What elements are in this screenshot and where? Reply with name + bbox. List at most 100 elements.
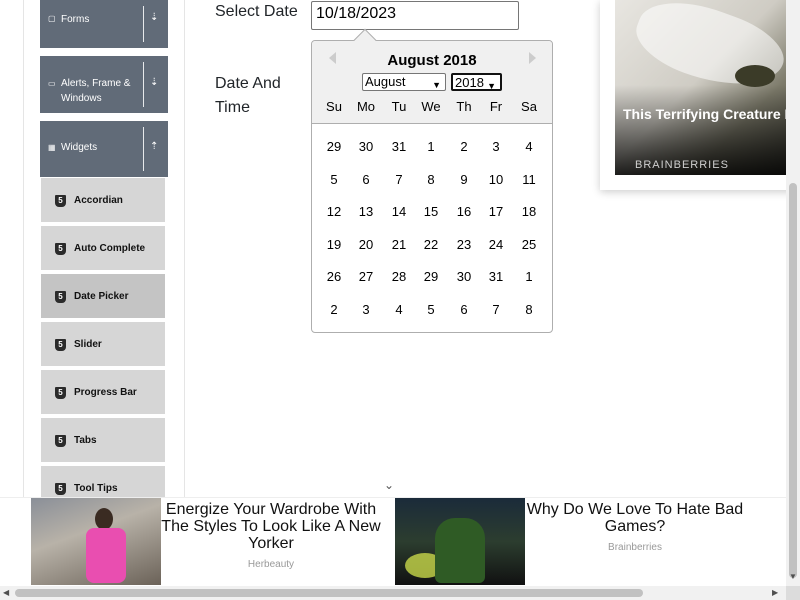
scroll-down-icon[interactable]: ▼ (789, 572, 797, 581)
ad-headline[interactable]: Why Do We Love To Hate Bad Games? (525, 501, 745, 535)
calendar-day[interactable]: 29 (415, 267, 447, 287)
calendar-day[interactable]: 2 (318, 300, 350, 320)
calendar-day[interactable]: 31 (480, 267, 512, 287)
sidebar-item-label: Date Picker (74, 291, 129, 302)
calendar-day[interactable]: 26 (318, 267, 350, 287)
chevron-down-icon[interactable]: ⇣ (150, 77, 158, 88)
ad-headline[interactable]: Energize Your Wardrobe With The Styles T… (161, 501, 381, 552)
sidebar-item-label: Progress Bar (74, 387, 137, 398)
month-select-value: August (365, 74, 406, 89)
calendar-day[interactable]: 29 (318, 137, 350, 157)
sidebar-item-date-picker[interactable]: 5 Date Picker (41, 274, 165, 320)
html5-icon: 5 (55, 339, 66, 351)
calendar-day[interactable]: 1 (415, 137, 447, 157)
calendar-day[interactable]: 28 (383, 267, 415, 287)
sidebar-group-alerts[interactable]: ▭ Alerts, Frame & Windows ⇣ (40, 56, 168, 113)
divider (143, 127, 144, 171)
calendar-day[interactable]: 17 (480, 202, 512, 222)
calendar-day[interactable]: 8 (415, 170, 447, 190)
sidebar-group-label: Forms (61, 14, 90, 25)
scrollbar-corner (786, 586, 800, 600)
scroll-right-icon[interactable]: ▶ (772, 588, 778, 597)
calendar-day[interactable]: 8 (513, 300, 545, 320)
ad-bottom-banner: Energize Your Wardrobe With The Styles T… (0, 497, 786, 586)
calendar-day[interactable]: 1 (513, 267, 545, 287)
scrollbar-thumb[interactable] (789, 183, 797, 578)
calendar-day[interactable]: 9 (448, 170, 480, 190)
sidebar-item-label: Tabs (74, 435, 97, 446)
calendar-day[interactable]: 2 (448, 137, 480, 157)
html5-icon: 5 (55, 195, 66, 207)
calendar-day[interactable]: 23 (448, 235, 480, 255)
ad-source: Herbeauty (247, 559, 295, 570)
sidebar-item-accordian[interactable]: 5 Accordian (41, 178, 165, 224)
year-select[interactable]: 2018 ▼ (451, 73, 502, 91)
scroll-left-icon[interactable]: ◀ (3, 588, 9, 597)
calendar-day[interactable]: 27 (350, 267, 382, 287)
calendar-day[interactable]: 19 (318, 235, 350, 255)
calendar-day[interactable]: 16 (448, 202, 480, 222)
calendar-day[interactable]: 12 (318, 202, 350, 222)
page: ▢ Forms ⇣ ▭ Alerts, Frame & Windows ⇣ ▦ … (0, 0, 800, 600)
ad-top-right[interactable]: This Terrifying Creature Is The Largest … (600, 0, 800, 190)
calendar-day[interactable]: 30 (350, 137, 382, 157)
forms-icon: ▢ (48, 14, 56, 23)
sidebar-group-widgets[interactable]: ▦ Widgets ⇡ (40, 121, 168, 177)
ad-thumbnail[interactable] (31, 498, 161, 585)
calendar-day[interactable]: 6 (350, 170, 382, 190)
html5-icon: 5 (55, 435, 66, 447)
horizontal-scrollbar[interactable]: ◀ ▶ (0, 586, 786, 600)
weekday-header: Th (456, 99, 472, 114)
calendar-day[interactable]: 5 (415, 300, 447, 320)
sidebar-item-label: Tool Tips (74, 483, 118, 494)
sidebar-item-tabs[interactable]: 5 Tabs (41, 418, 165, 464)
vertical-scrollbar[interactable]: ▼ (786, 0, 800, 586)
chevron-down-icon: ⌄ (384, 478, 395, 492)
month-select[interactable]: August ▼ (362, 73, 446, 91)
calendar-day[interactable]: 11 (513, 170, 545, 190)
sidebar-item-progress-bar[interactable]: 5 Progress Bar (41, 370, 165, 416)
widgets-icon: ▦ (48, 143, 56, 152)
next-month-icon[interactable] (529, 52, 536, 64)
divider (143, 62, 144, 107)
calendar-day[interactable]: 13 (350, 202, 382, 222)
sidebar-item-slider[interactable]: 5 Slider (41, 322, 165, 368)
calendar-day[interactable]: 3 (480, 137, 512, 157)
sidebar-group-forms[interactable]: ▢ Forms ⇣ (40, 0, 168, 48)
calendar-day[interactable]: 3 (350, 300, 382, 320)
scrollbar-thumb[interactable] (15, 589, 643, 597)
ad-title[interactable]: This Terrifying Creature Is The Largest … (623, 106, 800, 122)
calendar-day[interactable]: 25 (513, 235, 545, 255)
calendar-day[interactable]: 18 (513, 202, 545, 222)
html5-icon: 5 (55, 291, 66, 303)
chevron-up-icon[interactable]: ⇡ (150, 141, 158, 152)
calendar-day[interactable]: 10 (480, 170, 512, 190)
ad-image-shape (86, 528, 126, 583)
calendar-day[interactable]: 22 (415, 235, 447, 255)
html5-icon: 5 (55, 483, 66, 495)
weekday-header: Mo (356, 99, 376, 114)
sidebar-border (23, 0, 24, 525)
calendar-day[interactable]: 5 (318, 170, 350, 190)
select-date-input[interactable]: 10/18/2023 (311, 1, 519, 30)
calendar-day[interactable]: 4 (383, 300, 415, 320)
date-picker-calendar: August 2018 August ▼ 2018 ▼ Su Mo Tu We Th Fr… (311, 28, 553, 333)
ad-image-shape (95, 508, 113, 530)
calendar-day[interactable]: 30 (448, 267, 480, 287)
chevron-down-icon[interactable]: ⇣ (150, 12, 158, 23)
sidebar-group-label: Alerts, Frame & Windows (61, 78, 131, 104)
ad-thumbnail[interactable] (395, 498, 525, 585)
calendar-day[interactable]: 15 (415, 202, 447, 222)
calendar-day[interactable]: 20 (350, 235, 382, 255)
calendar-day[interactable]: 24 (480, 235, 512, 255)
calendar-day[interactable]: 4 (513, 137, 545, 157)
calendar-day[interactable]: 14 (383, 202, 415, 222)
calendar-day[interactable]: 7 (480, 300, 512, 320)
calendar-day[interactable]: 21 (383, 235, 415, 255)
sidebar-item-auto-complete[interactable]: 5 Auto Complete (41, 226, 165, 272)
calendar-day[interactable]: 7 (383, 170, 415, 190)
calendar-day[interactable]: 6 (448, 300, 480, 320)
ad-image[interactable] (615, 0, 800, 175)
date-and-time-label: Date And Time (215, 75, 281, 116)
calendar-day[interactable]: 31 (383, 137, 415, 157)
